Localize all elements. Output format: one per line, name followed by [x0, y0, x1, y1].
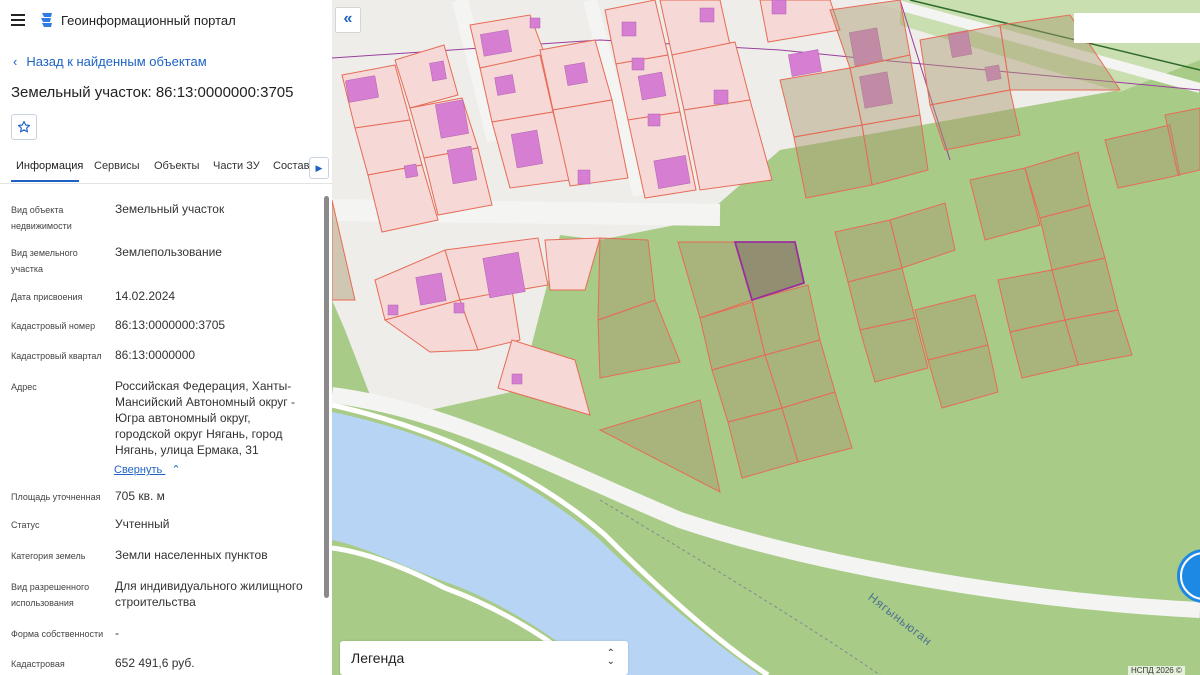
parcel [793, 124, 873, 199]
active-tab-indicator [11, 180, 79, 182]
tabs-divider [0, 183, 332, 184]
copyright-text: НСПД 2026 © [1128, 666, 1185, 675]
parcel [859, 317, 929, 383]
property-label: Форма собственности [11, 629, 104, 639]
star-icon [17, 120, 31, 133]
property-label: Кадастровый номер [11, 321, 96, 331]
property-value: - [115, 626, 119, 640]
property-label: Кадастровый квартал [11, 351, 102, 361]
legend-dropdown[interactable]: Легенда ⌃ ⌄ [340, 641, 628, 675]
portal-title: Геоинформационный портал [61, 13, 236, 28]
chevron-up-down-icon: ⌃ ⌄ [606, 648, 615, 667]
property-label: Адрес [11, 382, 37, 392]
object-title: Земельный участок: 86:13:0000000:3705 [11, 84, 294, 101]
property-value: Земельный участок [115, 202, 225, 216]
tab-composition[interactable]: Состав [273, 160, 309, 172]
building [403, 163, 419, 179]
building [510, 129, 544, 169]
building [713, 89, 729, 105]
building [480, 29, 512, 57]
property-label: Категория земель [11, 551, 86, 561]
tabs-scroll-right-button[interactable]: ▶ [309, 157, 329, 179]
chevron-up-icon: ⌃ [171, 464, 181, 476]
property-label: Статус [11, 520, 40, 530]
parcel [861, 114, 929, 186]
building [434, 99, 470, 139]
property-value: 86:13:0000000:3705 [115, 318, 226, 332]
building [637, 71, 667, 101]
tab-parcel-parts[interactable]: Части ЗУ [213, 160, 260, 172]
back-to-results-link[interactable]: ‹ Назад к найденным объектам [13, 54, 207, 69]
map-view[interactable]: Нягыньюган [332, 0, 1200, 675]
property-value: 705 кв. м [115, 489, 165, 503]
tab-information[interactable]: Информация [16, 160, 83, 172]
property-value: Земли населенных пунктов [115, 548, 268, 562]
panel-scrollbar-thumb[interactable] [324, 196, 329, 598]
property-value: Для индивидуального жилищного строительс… [115, 579, 303, 609]
building [631, 57, 645, 71]
property-label: Вид объекта недвижимости [11, 205, 72, 231]
portal-logo-icon [41, 13, 52, 27]
building [771, 0, 787, 15]
tab-services[interactable]: Сервисы [94, 160, 140, 172]
collapse-address-link[interactable]: Свернуть ⌃ [114, 463, 181, 476]
parcel [598, 399, 721, 493]
property-label: Кадастровая [11, 659, 65, 669]
building [415, 272, 447, 306]
building [647, 113, 661, 127]
property-value: 652 491,6 руб. [115, 656, 195, 670]
parcel [889, 202, 956, 269]
building [653, 155, 691, 189]
building [564, 62, 588, 86]
favorite-button[interactable] [11, 114, 37, 140]
building [699, 7, 715, 23]
property-value: 14.02.2024 [115, 289, 176, 303]
parcel [779, 67, 863, 138]
chevron-left-icon: ‹ [13, 54, 18, 69]
building [621, 21, 637, 37]
parcel [544, 237, 601, 291]
back-label: Назад к найденным объектам [26, 54, 207, 69]
building [577, 169, 591, 185]
building [494, 74, 516, 96]
legend-label: Легенда [351, 650, 405, 666]
property-value: Землепользование [115, 245, 222, 259]
building [387, 304, 399, 316]
property-label: Вид земельного участка [11, 248, 78, 274]
property-label: Площадь уточненная [11, 492, 101, 502]
side-panel: Геоинформационный портал ‹ Назад к найден… [0, 0, 333, 675]
tab-objects[interactable]: Объекты [154, 160, 199, 172]
property-label: Вид разрешенного использования [11, 582, 90, 608]
hamburger-menu-icon[interactable] [11, 14, 25, 26]
collapse-panel-button[interactable]: « [335, 7, 361, 33]
building [482, 251, 526, 299]
collapse-label: Свернуть [114, 464, 163, 476]
building [429, 60, 447, 82]
building [453, 302, 465, 314]
map-search-input[interactable] [1074, 13, 1200, 43]
double-chevron-left-icon: « [343, 10, 353, 27]
building [511, 373, 523, 385]
property-label: Дата присвоения [11, 292, 83, 302]
map-canvas[interactable] [332, 0, 1200, 675]
property-value: Учтенный [115, 517, 170, 531]
building [529, 17, 541, 29]
panel-header: Геоинформационный портал [0, 0, 332, 42]
address-value: Российская Федерация, Ханты-Мансийский А… [115, 379, 295, 457]
property-value: 86:13:0000000 [115, 348, 196, 362]
